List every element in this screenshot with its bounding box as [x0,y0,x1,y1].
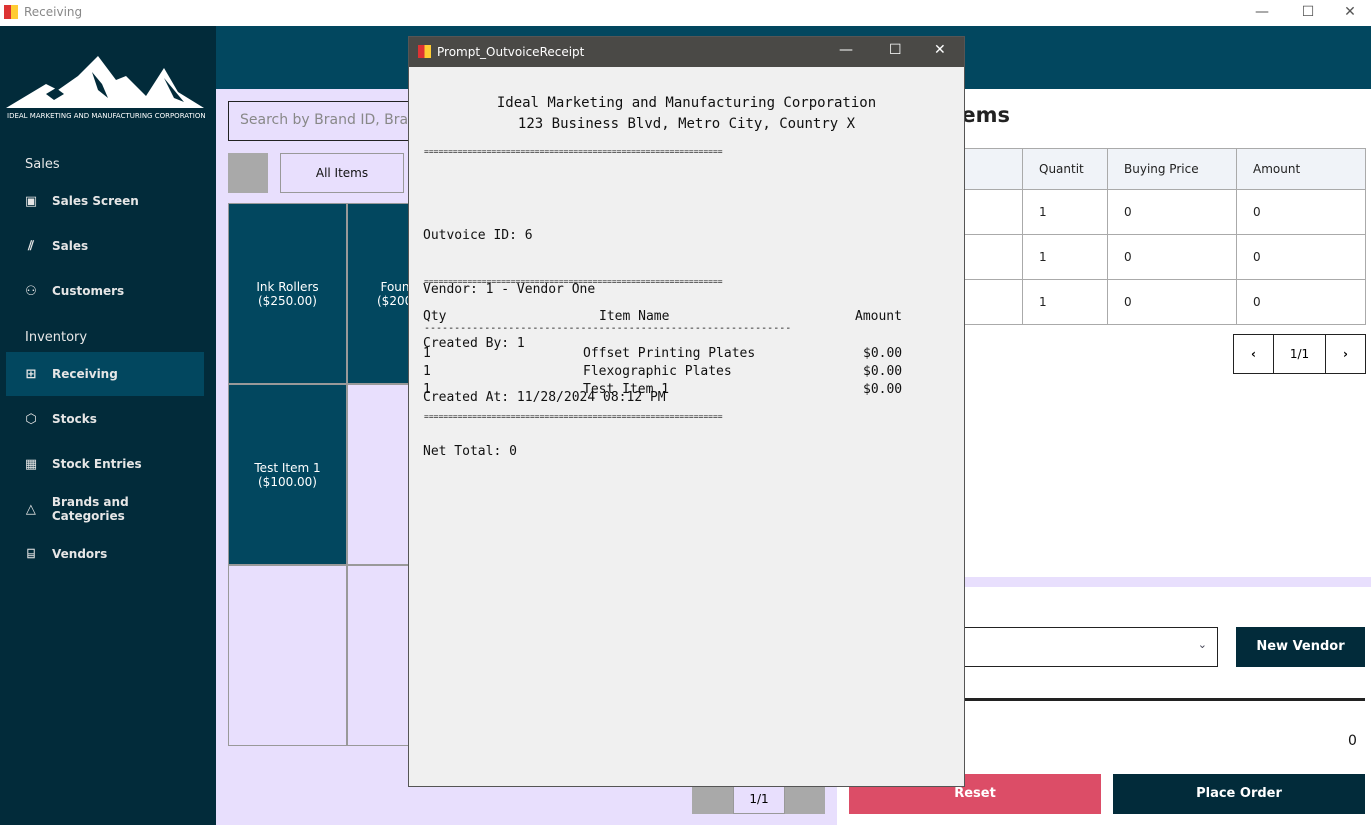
chevron-right-icon[interactable]: › [1325,334,1366,374]
item-price: ($100.00) [258,474,317,489]
chevron-left-icon[interactable]: ‹ [1233,334,1274,374]
company-name: Ideal Marketing and Manufacturing Corpor… [496,95,877,111]
sidebar-item-brands-categories[interactable]: △ Brands and Categories [6,487,204,531]
nav-label: Customers [52,284,125,298]
cell-qty[interactable]: 1 [1022,189,1108,235]
cell-amount: 0 [1236,279,1366,325]
receipt-company: Ideal Marketing and Manufacturing Corpor… [409,93,964,135]
maximize-button[interactable]: ☐ [1285,0,1331,26]
outvoice-id: Outvoice ID: 6 [423,228,533,243]
dialog-minimize-button[interactable]: — [839,42,853,58]
place-order-button[interactable]: Place Order [1113,774,1365,814]
new-vendor-button[interactable]: New Vendor [1236,627,1365,667]
sidebar-item-vendors[interactable]: ⌸ Vendors [6,532,204,576]
line-qty: 1 [423,382,431,397]
dialog-titlebar: Prompt_OutvoiceReceipt — ☐ ✕ [409,37,964,67]
col-quantity: Quantit [1022,148,1108,190]
sidebar-item-stocks[interactable]: ⬡ Stocks [6,397,204,441]
line-amount: $0.00 [863,364,903,379]
item-name: Ink Rollers [256,279,319,294]
cell-qty[interactable]: 1 [1022,234,1108,280]
minimize-button[interactable]: — [1239,0,1285,26]
store-icon: ⌸ [27,546,35,562]
nav-label: Stock Entries [52,457,142,471]
table-page-indicator: 1/1 [1273,334,1326,374]
chevron-down-icon: ⌄ [1197,638,1207,651]
item-name: Test Item 1 [254,460,321,475]
section-inventory: Inventory [25,330,88,345]
item-tile[interactable]: Test Item 1 ($100.00) [228,384,347,565]
receive-box-icon: ⊞ [25,366,37,382]
dialog-title: Prompt_OutvoiceReceipt [437,45,585,59]
filter-button[interactable] [228,153,268,193]
all-items-tab[interactable]: All Items [280,153,404,193]
nav-label: Vendors [52,547,108,561]
empty-tile [228,565,347,746]
line-amount: $0.00 [863,346,903,361]
sidebar: IDEAL MARKETING AND MANUFACTURING CORPOR… [0,26,216,825]
separator: ========================================… [424,277,723,286]
cube-icon: ⬡ [25,411,37,427]
chart-icon: ⫽ [28,238,34,254]
shapes-icon: △ [25,501,36,517]
cell-qty[interactable]: 1 [1022,279,1108,325]
item-price: ($250.00) [258,293,317,308]
cell-price[interactable]: 0 [1107,279,1237,325]
prev-page-button[interactable] [692,785,733,814]
sidebar-item-sales-screen[interactable]: ▣ Sales Screen [6,179,204,223]
net-total: Net Total: 0 [423,444,517,459]
dialog-close-button[interactable]: ✕ [934,42,946,58]
line-amount: $0.00 [863,382,903,397]
col-buying-price: Buying Price [1107,148,1237,190]
page-indicator: 1/1 [733,785,785,814]
line-item: Test Item 1 [583,382,670,397]
money-icon: ▣ [24,193,38,209]
mountain-logo [6,56,204,108]
line-item: Flexographic Plates [583,364,732,379]
sidebar-item-sales[interactable]: ⫽ Sales [6,224,204,268]
sidebar-item-customers[interactable]: ⚇ Customers [6,269,204,313]
separator: ========================================… [424,147,723,156]
receipt-dialog: Prompt_OutvoiceReceipt — ☐ ✕ Ideal Marke… [408,36,965,787]
separator: ========================================… [424,412,723,421]
dash-separator: ----------------------------------------… [424,323,792,334]
sidebar-item-stock-entries[interactable]: ▦ Stock Entries [6,442,204,486]
line-qty: 1 [423,346,431,361]
nav-label: Stocks [52,412,97,426]
next-page-button[interactable] [785,785,825,814]
total-value: 0 [1348,733,1357,749]
window-title: Receiving [24,5,83,19]
app-icon [418,45,431,58]
people-icon: ⚇ [25,283,37,299]
sidebar-item-receiving[interactable]: ⊞ Receiving [6,352,204,396]
app-titlebar: Receiving — ☐ ✕ [0,0,1371,26]
line-item: Offset Printing Plates [583,346,756,361]
line-qty: 1 [423,364,431,379]
cell-price[interactable]: 0 [1107,189,1237,235]
app-icon [4,5,18,19]
close-button[interactable]: ✕ [1327,0,1371,26]
amount-header: Amount [855,309,902,324]
item-tile[interactable]: Ink Rollers ($250.00) [228,203,347,384]
search-input[interactable]: Search by Brand ID, Brand [228,101,428,141]
company-address: 123 Business Blvd, Metro City, Country X [517,116,856,132]
dialog-maximize-button[interactable]: ☐ [889,42,902,58]
qty-header: Qty [423,309,447,324]
nav-label: Sales [52,239,89,253]
nav-label: Sales Screen [52,194,139,208]
cell-price[interactable]: 0 [1107,234,1237,280]
cell-amount: 0 [1236,189,1366,235]
item-header: Item Name [599,309,670,324]
cell-amount: 0 [1236,234,1366,280]
grid-icon: ▦ [24,456,38,472]
brand-name: IDEAL MARKETING AND MANUFACTURING CORPOR… [7,112,206,120]
nav-label: Brands and Categories [51,495,129,523]
nav-label: Receiving [52,367,118,381]
col-amount: Amount [1236,148,1366,190]
section-sales: Sales [25,157,60,172]
